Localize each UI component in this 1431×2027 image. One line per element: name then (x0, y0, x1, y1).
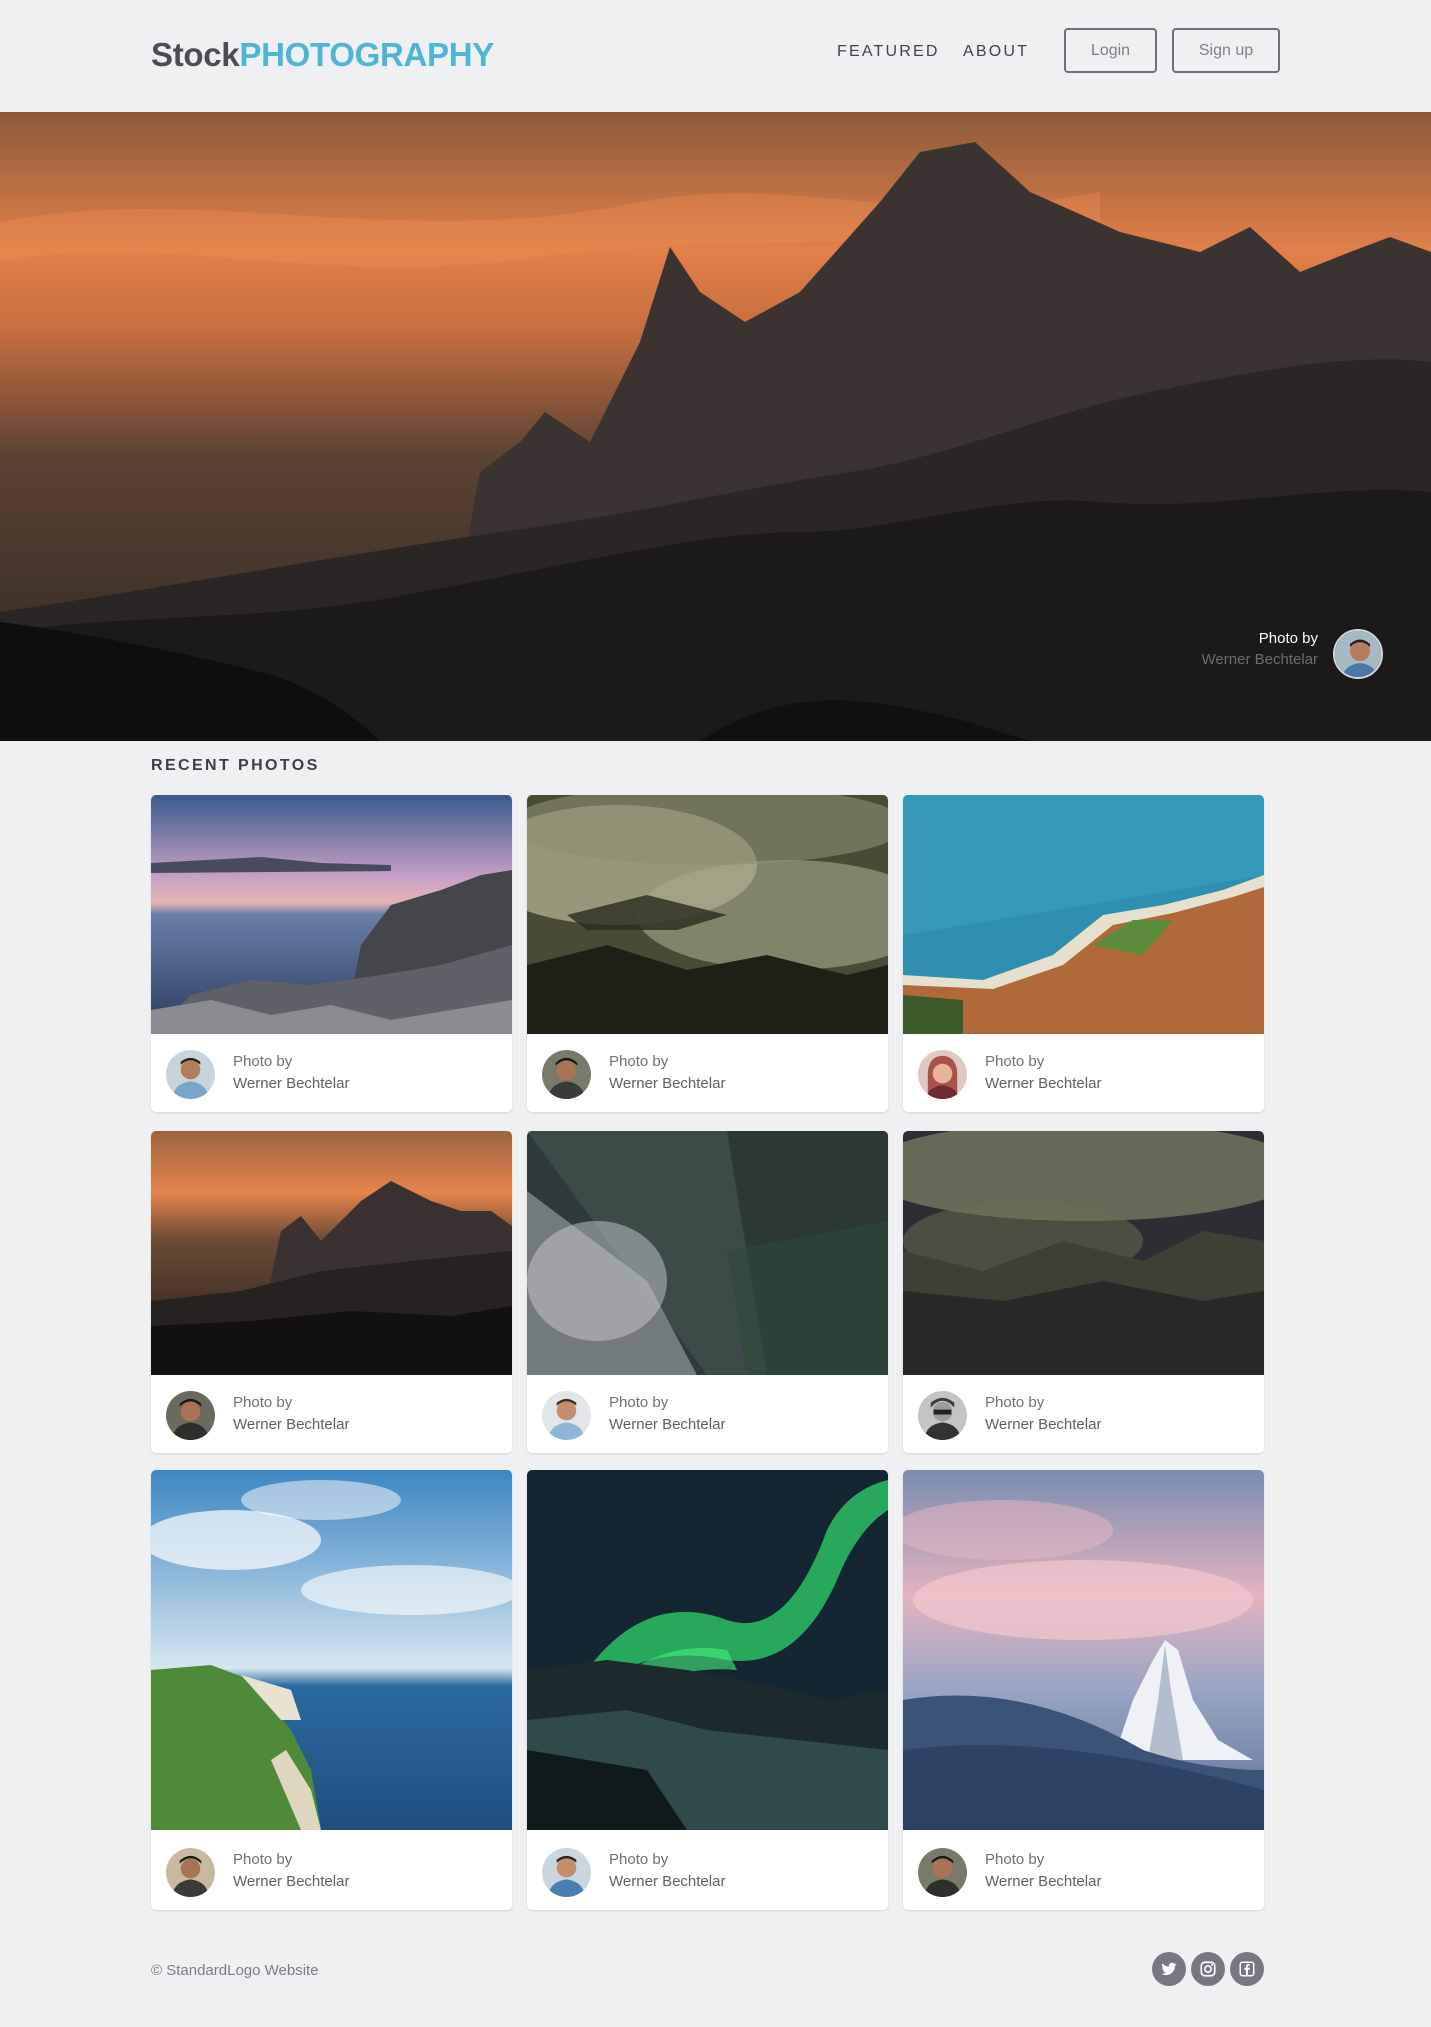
avatar-image (542, 1391, 591, 1440)
avatar-image (918, 1050, 967, 1099)
login-button[interactable]: Login (1064, 28, 1157, 73)
avatar-image (542, 1848, 591, 1897)
instagram-link[interactable] (1191, 1952, 1225, 1986)
photographer-avatar[interactable] (166, 1848, 215, 1897)
photo-card[interactable]: Photo by Werner Bechtelar (527, 1131, 888, 1453)
photo-card-meta: Photo by Werner Bechtelar (527, 1832, 888, 1910)
photo-thumbnail[interactable] (151, 1131, 512, 1375)
signup-button[interactable]: Sign up (1172, 28, 1280, 73)
photo-card[interactable]: Photo by Werner Bechtelar (903, 1470, 1264, 1910)
photo-image-foggy-forest (527, 795, 888, 1034)
photographer-avatar[interactable] (166, 1050, 215, 1099)
footer-copyright: © StandardLogo Website (151, 1962, 319, 1979)
photo-image-aurora (527, 1470, 888, 1830)
credit-name[interactable]: Werner Bechtelar (985, 1075, 1101, 1092)
hero-photographer-avatar[interactable] (1333, 629, 1383, 679)
photographer-avatar[interactable] (918, 1050, 967, 1099)
credit-prefix: Photo by (233, 1851, 293, 1868)
photo-image-aerial-coast (903, 795, 1264, 1034)
photo-image-coast-sunset (151, 795, 512, 1034)
photo-thumbnail[interactable] (527, 1131, 888, 1375)
avatar-image (918, 1391, 967, 1440)
photo-image-mountain-sunset (151, 1131, 512, 1375)
credit-prefix: Photo by (609, 1851, 669, 1868)
site-header: StockPHOTOGRAPHY FEATURED ABOUT Login Si… (0, 0, 1431, 112)
photo-card-meta: Photo by Werner Bechtelar (903, 1832, 1264, 1910)
logo-text-stock: Stock (151, 36, 240, 73)
credit-prefix: Photo by (233, 1394, 293, 1411)
credit-name[interactable]: Werner Bechtelar (233, 1873, 349, 1890)
hero-credit-prefix: Photo by (1258, 630, 1318, 647)
photo-thumbnail[interactable] (903, 1131, 1264, 1375)
photo-card[interactable]: Photo by Werner Bechtelar (151, 1470, 512, 1910)
facebook-icon (1239, 1961, 1255, 1977)
photo-thumbnail[interactable] (527, 1470, 888, 1830)
credit-prefix: Photo by (985, 1851, 1045, 1868)
photo-thumbnail[interactable] (903, 1470, 1264, 1830)
photo-card-meta: Photo by Werner Bechtelar (527, 1034, 888, 1112)
credit-name[interactable]: Werner Bechtelar (233, 1416, 349, 1433)
credit-prefix: Photo by (985, 1394, 1045, 1411)
photo-thumbnail[interactable] (903, 795, 1264, 1034)
avatar-image (918, 1848, 967, 1897)
photographer-avatar[interactable] (166, 1391, 215, 1440)
photo-card-meta: Photo by Werner Bechtelar (903, 1375, 1264, 1453)
photo-image-snowy-forest (527, 1131, 888, 1375)
twitter-icon (1161, 1962, 1177, 1976)
photo-image-sea-cliffs (151, 1470, 512, 1830)
photo-card-meta: Photo by Werner Bechtelar (151, 1375, 512, 1453)
photo-thumbnail[interactable] (151, 795, 512, 1034)
photo-card[interactable]: Photo by Werner Bechtelar (527, 795, 888, 1112)
credit-name[interactable]: Werner Bechtelar (985, 1416, 1101, 1433)
photographer-avatar[interactable] (918, 1848, 967, 1897)
photographer-avatar[interactable] (918, 1391, 967, 1440)
credit-name[interactable]: Werner Bechtelar (609, 1416, 725, 1433)
recent-photos-title: RECENT PHOTOS (151, 757, 320, 774)
photo-card[interactable]: Photo by Werner Bechtelar (903, 1131, 1264, 1453)
credit-prefix: Photo by (609, 1053, 669, 1070)
twitter-link[interactable] (1152, 1952, 1186, 1986)
credit-name[interactable]: Werner Bechtelar (609, 1075, 725, 1092)
photographer-avatar[interactable] (542, 1391, 591, 1440)
avatar-image (542, 1050, 591, 1099)
hero-credit-name[interactable]: Werner Bechtelar (1202, 651, 1318, 668)
photo-card[interactable]: Photo by Werner Bechtelar (903, 795, 1264, 1112)
hero-banner: Photo by Werner Bechtelar (0, 112, 1431, 741)
photo-card-meta: Photo by Werner Bechtelar (151, 1832, 512, 1910)
nav-about[interactable]: ABOUT (963, 43, 1029, 61)
nav-featured[interactable]: FEATURED (837, 43, 940, 61)
site-logo[interactable]: StockPHOTOGRAPHY (151, 36, 494, 74)
photo-card-meta: Photo by Werner Bechtelar (527, 1375, 888, 1453)
photo-image-snow-peak (903, 1470, 1264, 1830)
photographer-avatar[interactable] (542, 1848, 591, 1897)
hero-photo-credit: Photo by Werner Bechtelar (1202, 630, 1318, 668)
photo-image-misty-hills (903, 1131, 1264, 1375)
facebook-link[interactable] (1230, 1952, 1264, 1986)
avatar-image (166, 1050, 215, 1099)
photo-card[interactable]: Photo by Werner Bechtelar (527, 1470, 888, 1910)
credit-prefix: Photo by (985, 1053, 1045, 1070)
photographer-avatar[interactable] (542, 1050, 591, 1099)
photo-thumbnail[interactable] (527, 795, 888, 1034)
avatar-image (166, 1848, 215, 1897)
avatar-image (166, 1391, 215, 1440)
credit-name[interactable]: Werner Bechtelar (609, 1873, 725, 1890)
photo-card[interactable]: Photo by Werner Bechtelar (151, 1131, 512, 1453)
photo-card-meta: Photo by Werner Bechtelar (903, 1034, 1264, 1112)
photo-thumbnail[interactable] (151, 1470, 512, 1830)
photo-card[interactable]: Photo by Werner Bechtelar (151, 795, 512, 1112)
credit-name[interactable]: Werner Bechtelar (233, 1075, 349, 1092)
credit-name[interactable]: Werner Bechtelar (985, 1873, 1101, 1890)
photo-card-meta: Photo by Werner Bechtelar (151, 1034, 512, 1112)
credit-prefix: Photo by (233, 1053, 293, 1070)
credit-prefix: Photo by (609, 1394, 669, 1411)
logo-text-photography: PHOTOGRAPHY (239, 36, 495, 73)
instagram-icon (1200, 1961, 1216, 1977)
